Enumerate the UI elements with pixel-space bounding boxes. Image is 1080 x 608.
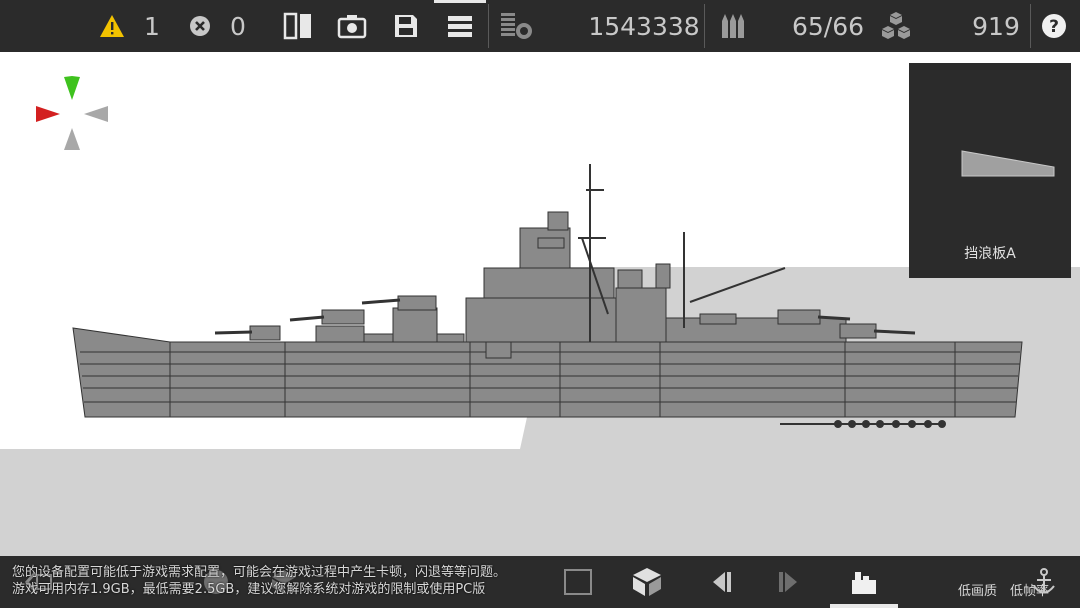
notice-line-1: 您的设备配置可能低于游戏需求配置，可能会在游戏过程中产生卡顿，闪退等等问题。 — [12, 565, 507, 580]
notice-line-2: 游戏可用内存1.9GB，最低需要2.5GB，建议您解除系统对游戏的限制或使用PC… — [12, 582, 486, 597]
compass-up-arrow[interactable] — [64, 76, 80, 100]
mirror-view-icon[interactable] — [280, 0, 316, 52]
error-count: 0 — [230, 11, 246, 41]
part-preview-image — [961, 150, 1055, 177]
part-preview-panel[interactable]: 挡浪板A — [909, 63, 1071, 278]
parts-icon — [878, 0, 914, 52]
cost-icon — [496, 0, 536, 52]
ammo-count: 65/66 — [791, 11, 865, 41]
compass-down-arrow[interactable] — [64, 128, 80, 150]
cube-view-icon[interactable] — [626, 556, 668, 608]
part-name-label: 挡浪板A — [964, 246, 1016, 262]
divider — [488, 4, 489, 48]
prev-icon[interactable] — [702, 556, 738, 608]
performance-warning-notice: 您的设备配置可能低于游戏需求配置，可能会在游戏过程中产生卡顿，闪退等等问题。 游… — [12, 564, 572, 598]
next-icon[interactable] — [772, 556, 808, 608]
divider — [704, 4, 705, 48]
save-icon[interactable] — [388, 0, 424, 52]
compass-left-arrow[interactable] — [36, 106, 60, 122]
top-toolbar: 1 0 1543338 65/66 919 ? — [0, 0, 1080, 52]
parts-count: 919 — [972, 11, 1020, 41]
active-mode-indicator — [830, 604, 898, 608]
camera-icon[interactable] — [334, 0, 370, 52]
warning-count: 1 — [144, 11, 160, 41]
bottom-toolbar: 低画质 低帧率 您的设备配置可能低于游戏需求配置，可能会在游戏过程中产生卡顿，闪… — [0, 556, 1080, 608]
warning-icon[interactable] — [96, 0, 128, 52]
divider — [1030, 4, 1031, 48]
error-icon[interactable] — [186, 0, 214, 52]
build-mode-icon[interactable] — [842, 556, 886, 608]
help-icon[interactable]: ? — [1038, 0, 1070, 52]
compass-right-arrow[interactable] — [84, 106, 108, 122]
ammo-icon — [714, 0, 752, 52]
menu-icon[interactable] — [442, 0, 478, 52]
orientation-gizmo[interactable] — [32, 76, 112, 152]
low-quality-label[interactable]: 低画质 — [958, 580, 997, 599]
cost-value: 1543338 — [588, 11, 700, 41]
svg-text:?: ? — [1049, 17, 1059, 37]
anchor-icon[interactable] — [1028, 556, 1060, 608]
